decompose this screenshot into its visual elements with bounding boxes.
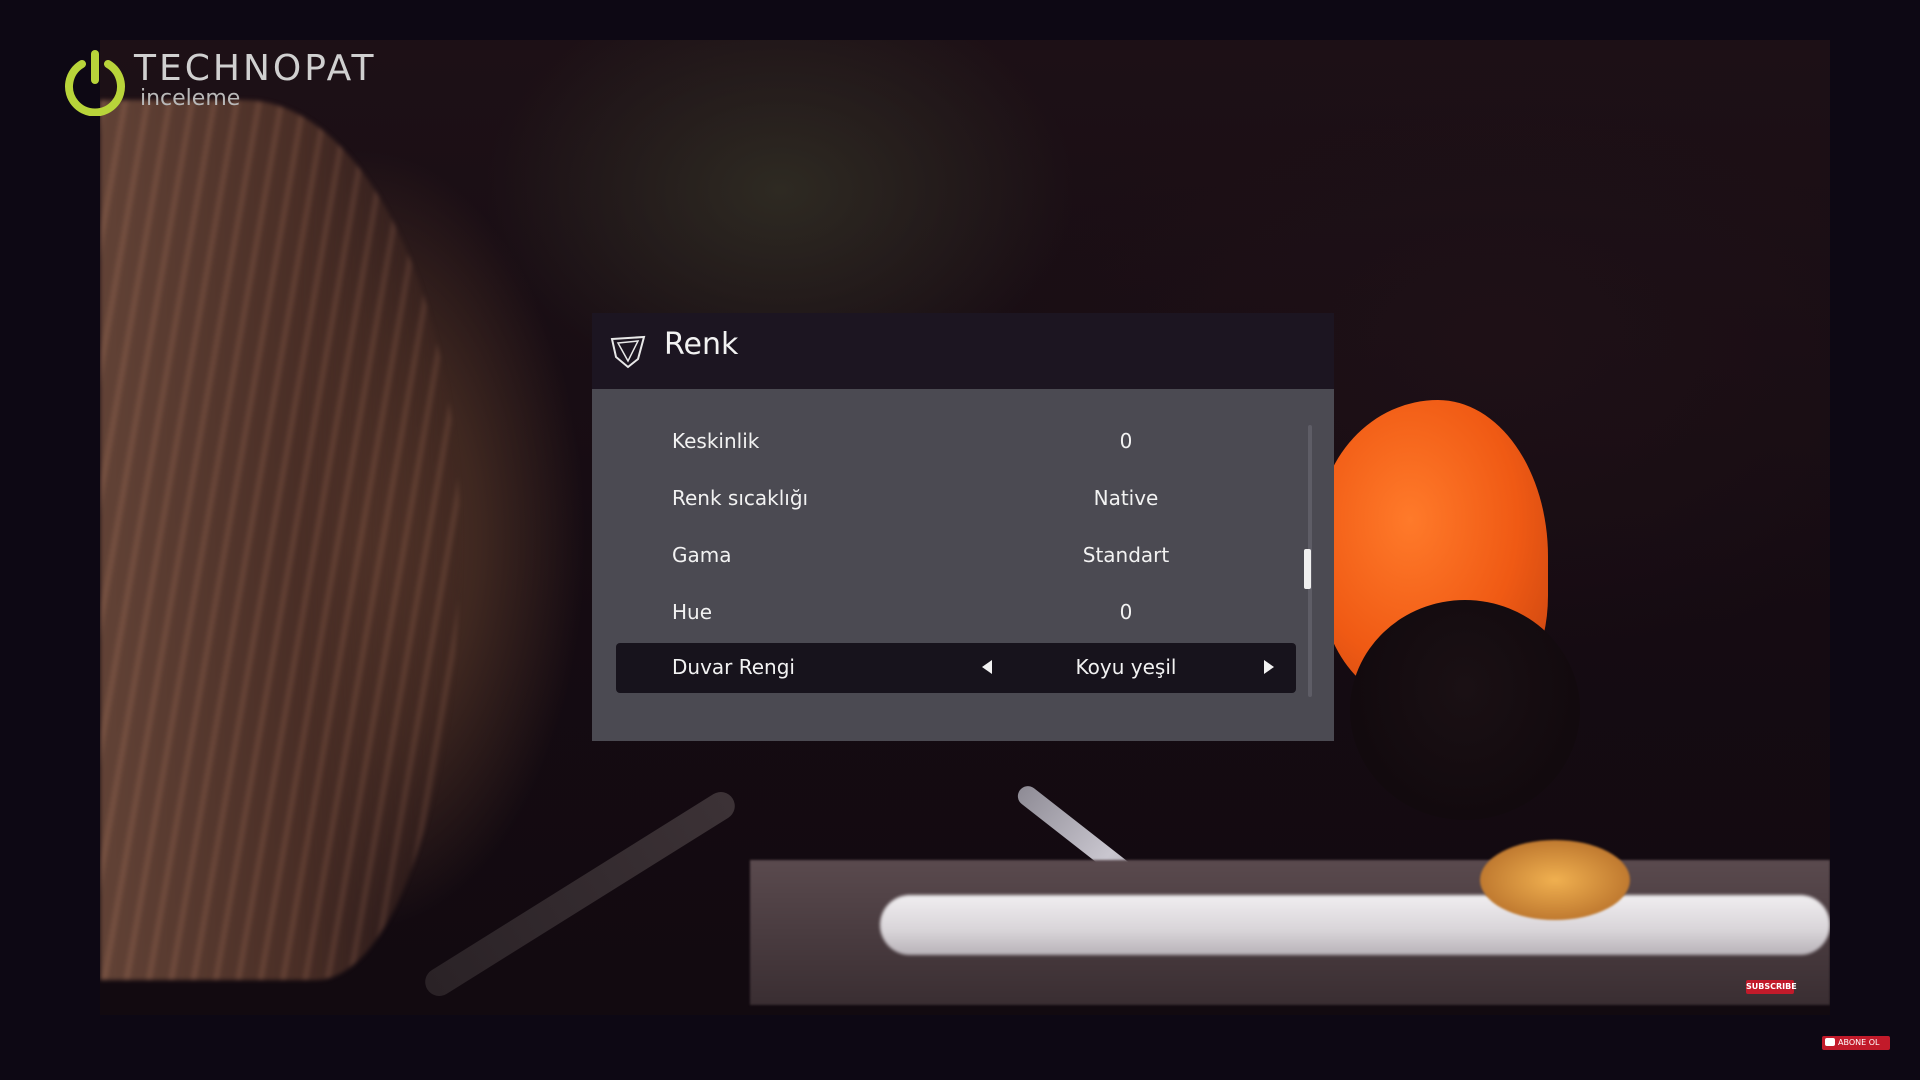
menu-header: Renk — [592, 313, 1334, 389]
abone-ol-label: ABONE OL — [1838, 1038, 1880, 1047]
menu-item-value: Native — [1093, 486, 1159, 510]
menu-item-hue[interactable]: Hue 0 — [616, 588, 1296, 638]
abone-ol-badge[interactable]: ABONE OL — [1822, 1036, 1890, 1050]
branch — [419, 786, 741, 1002]
menu-item-value: 0 — [1119, 429, 1133, 453]
fruit — [1480, 840, 1630, 920]
subscribe-badge[interactable]: SUBSCRIBE — [1746, 980, 1797, 994]
screen: TECHNOPAT inceleme Renk Keskinlik 0 Renk… — [0, 0, 1920, 1080]
menu-item-value: Standart — [1082, 543, 1170, 567]
tree-bark — [100, 100, 460, 980]
menu-item-label: Duvar Rengi — [672, 655, 795, 679]
menu-item-renk-sicakligi[interactable]: Renk sıcaklığı Native — [616, 474, 1296, 524]
logo-brand: TECHNOPAT — [134, 48, 377, 89]
menu-item-label: Gama — [672, 543, 732, 567]
youtube-icon — [1825, 1037, 1835, 1046]
color-settings-menu: Renk Keskinlik 0 Renk sıcaklığı Native G… — [592, 313, 1334, 741]
power-icon — [65, 50, 125, 116]
scrollbar-thumb[interactable] — [1304, 549, 1311, 589]
technopat-logo: TECHNOPAT inceleme — [62, 48, 392, 122]
shield-icon — [610, 335, 646, 369]
menu-title: Renk — [664, 327, 739, 362]
menu-body: Keskinlik 0 Renk sıcaklığı Native Gama S… — [592, 389, 1334, 741]
menu-item-duvar-rengi[interactable]: Duvar Rengi Koyu yeşil — [616, 643, 1296, 693]
menu-item-label: Renk sıcaklığı — [672, 486, 809, 510]
menu-item-gama[interactable]: Gama Standart — [616, 531, 1296, 581]
bird-body — [1350, 600, 1580, 820]
tray-rim — [880, 895, 1830, 955]
menu-item-keskinlik[interactable]: Keskinlik 0 — [616, 417, 1296, 467]
logo-subtitle: inceleme — [140, 86, 241, 111]
arrow-right-icon[interactable] — [1264, 660, 1274, 674]
arrow-left-icon[interactable] — [982, 660, 992, 674]
menu-item-value: Koyu yeşil — [1075, 655, 1177, 679]
menu-item-label: Hue — [672, 600, 713, 624]
menu-item-value: 0 — [1119, 600, 1133, 624]
menu-item-label: Keskinlik — [672, 429, 760, 453]
